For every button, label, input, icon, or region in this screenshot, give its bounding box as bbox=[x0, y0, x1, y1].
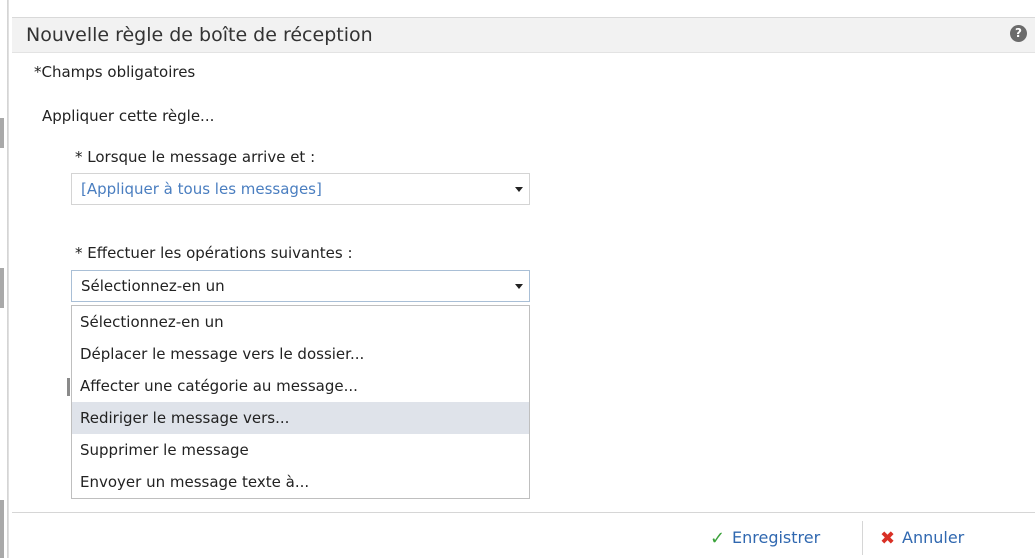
condition-selected-value: [Appliquer à tous les messages] bbox=[81, 180, 322, 198]
cancel-button[interactable]: ✖ Annuler bbox=[880, 528, 964, 552]
action-select[interactable]: Sélectionnez-en un bbox=[71, 270, 530, 302]
action-label: * Effectuer les opérations suivantes : bbox=[75, 244, 353, 262]
action-selected-value: Sélectionnez-en un bbox=[81, 277, 225, 295]
dropdown-option-select-one[interactable]: Sélectionnez-en un bbox=[72, 306, 529, 338]
edge-mark bbox=[0, 500, 4, 558]
condition-select[interactable]: [Appliquer à tous les messages] bbox=[71, 173, 530, 205]
apply-rule-label: Appliquer cette règle... bbox=[42, 107, 215, 125]
window-edge bbox=[0, 0, 10, 558]
edge-mark bbox=[0, 268, 4, 308]
dropdown-option-assign-category[interactable]: Affecter une catégorie au message... bbox=[72, 370, 529, 402]
rule-dialog: Nouvelle règle de boîte de réception ? *… bbox=[0, 0, 1035, 558]
condition-label: * Lorsque le message arrive et : bbox=[75, 148, 316, 166]
chevron-down-icon[interactable] bbox=[515, 187, 523, 192]
x-icon: ✖ bbox=[880, 528, 896, 549]
check-icon: ✓ bbox=[710, 528, 726, 549]
action-dropdown-list: Sélectionnez-en un Déplacer le message v… bbox=[71, 305, 530, 499]
dropdown-option-redirect[interactable]: Rediriger le message vers... bbox=[72, 402, 529, 434]
help-icon[interactable]: ? bbox=[1010, 25, 1027, 42]
dialog-title: Nouvelle règle de boîte de réception bbox=[26, 24, 373, 46]
edge-shadow bbox=[7, 0, 9, 558]
dropdown-option-move-to-folder[interactable]: Déplacer le message vers le dossier... bbox=[72, 338, 529, 370]
button-separator bbox=[862, 521, 863, 555]
dialog-header: Nouvelle règle de boîte de réception ? bbox=[12, 17, 1035, 53]
edge-mark bbox=[0, 118, 4, 148]
dropdown-option-delete[interactable]: Supprimer le message bbox=[72, 434, 529, 466]
obscured-control bbox=[67, 378, 70, 396]
save-button[interactable]: ✓ Enregistrer bbox=[710, 528, 820, 552]
dropdown-option-send-text[interactable]: Envoyer un message texte à... bbox=[72, 466, 529, 498]
save-button-label: Enregistrer bbox=[732, 528, 821, 547]
footer-divider bbox=[12, 512, 1035, 513]
chevron-down-icon[interactable] bbox=[515, 284, 523, 289]
cancel-button-label: Annuler bbox=[902, 528, 965, 547]
required-fields-note: *Champs obligatoires bbox=[34, 63, 196, 81]
